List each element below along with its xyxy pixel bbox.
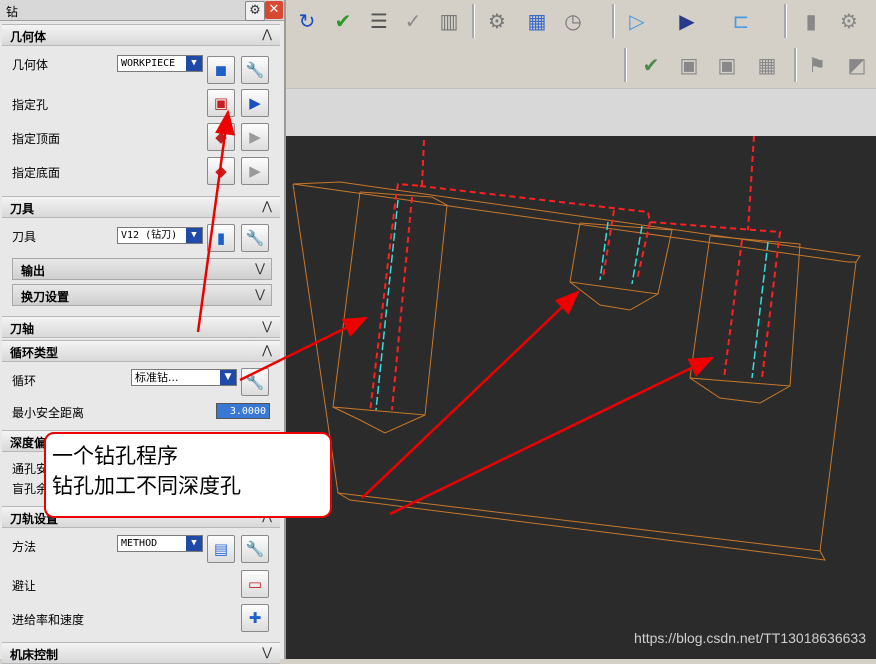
toolpath-hole3 — [723, 239, 743, 379]
hole1-outline — [332, 191, 448, 416]
block-top-edge — [292, 181, 861, 263]
watermark: https://blog.csdn.net/TT13018636633 — [634, 630, 866, 646]
arrow-to-hole1 — [239, 316, 369, 382]
toolpath-link — [419, 185, 782, 379]
toolpath-hole1 — [369, 139, 425, 413]
hole3-outline — [689, 235, 801, 387]
toolpath-retract — [747, 135, 755, 231]
workpiece-wireframe — [292, 181, 861, 561]
toolpath — [369, 135, 782, 413]
arrow-to-hole2 — [361, 290, 580, 499]
annotation-line1: 一个钻孔程序 — [52, 444, 178, 468]
annotation-line2: 钻孔加工不同深度孔 — [52, 474, 241, 498]
model-overlay — [196, 109, 861, 561]
hole2-cone — [569, 281, 659, 311]
centerlines — [375, 199, 769, 411]
toolpath-hole2-b — [636, 221, 651, 281]
centerline-hole3 — [751, 241, 769, 379]
arrow-to-hole-button — [196, 109, 235, 333]
block-outline — [292, 183, 857, 552]
annotation-callout: 一个钻孔程序 钻孔加工不同深度孔 — [44, 432, 332, 518]
arrow-to-hole3 — [389, 356, 715, 516]
centerline-hole2b — [631, 225, 643, 285]
hole2-outline — [569, 222, 673, 295]
